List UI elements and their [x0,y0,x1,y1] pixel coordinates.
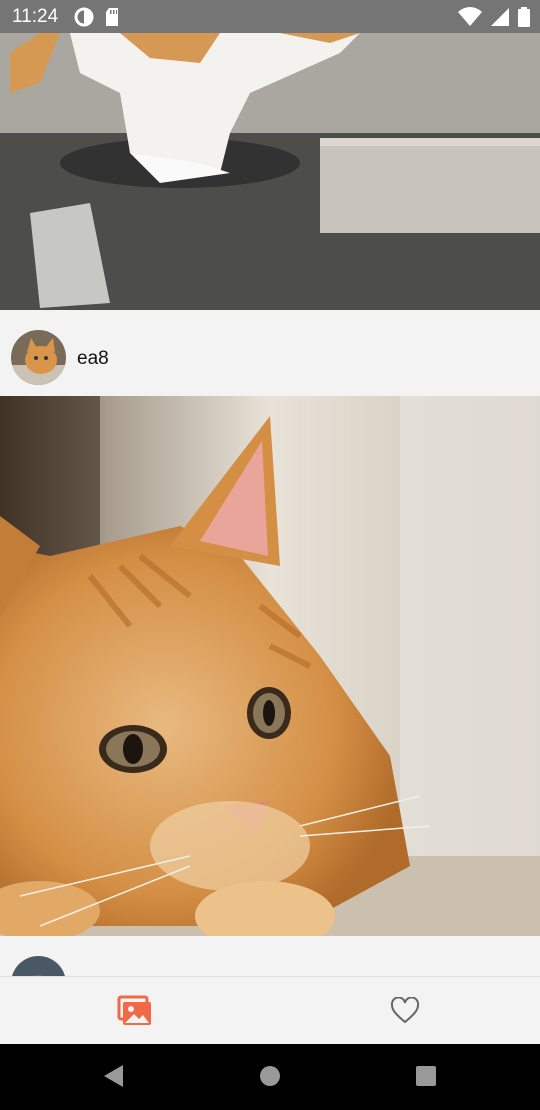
username[interactable]: ea8 [77,348,109,370]
post-header[interactable]: ea8 [0,310,540,396]
back-icon[interactable] [103,1064,125,1093]
user-avatar[interactable] [11,956,66,976]
sd-card-icon [104,7,120,32]
user-avatar[interactable] [11,330,66,385]
ginger-cat-photo [0,396,540,936]
tab-gallery[interactable] [115,993,155,1029]
cell-signal-icon [490,7,510,32]
bottom-navigation [0,976,540,1045]
photo-gallery-icon [117,995,151,1025]
heart-outline-icon [390,997,420,1024]
battery-icon [518,7,530,32]
running-cat-photo [0,33,540,310]
status-time: 11:24 [12,6,59,27]
wifi-icon [458,7,482,32]
post-photo[interactable] [0,396,540,936]
home-icon[interactable] [259,1064,281,1093]
tab-favorites[interactable] [385,993,425,1029]
data-saver-icon [74,7,94,32]
post-header[interactable] [0,936,540,976]
post-photo[interactable] [0,33,540,310]
system-navigation-bar [0,1044,540,1110]
recents-icon[interactable] [415,1064,437,1093]
status-bar: 11:24 [0,0,540,33]
photo-feed[interactable]: ea8 [0,33,540,976]
